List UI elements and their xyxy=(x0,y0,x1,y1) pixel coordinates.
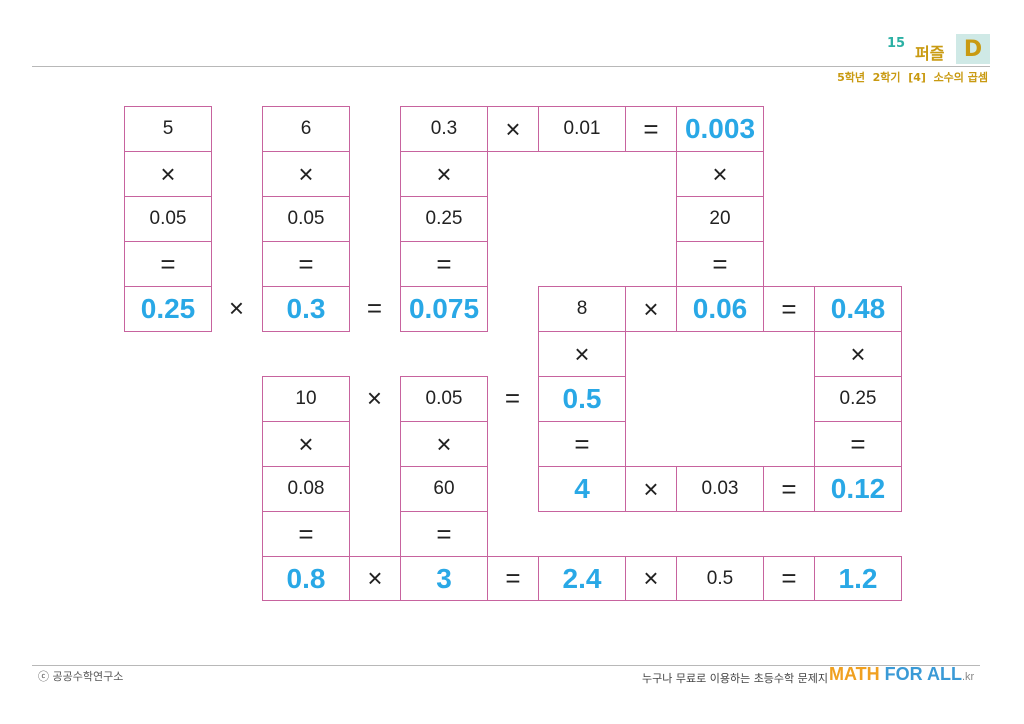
footer-slogan: 누구나 무료로 이용하는 초등수학 문제지 xyxy=(642,672,829,685)
number-cell-r8-c8: 0.03 xyxy=(676,466,764,512)
brand-logo[interactable]: MATH FOR ALL.kr xyxy=(829,664,974,685)
answer-cell-r10-c4: 3 xyxy=(400,556,488,601)
number-cell-r6-c4: 0.05 xyxy=(400,376,488,422)
operator-cell-r10-c3: × xyxy=(349,556,401,601)
number-cell-r2-c2: 0.05 xyxy=(262,196,350,242)
operator-cell-r4-c1: × xyxy=(228,293,245,323)
operator-cell-r4-c9: = xyxy=(763,286,815,332)
number-cell-r2-c0: 0.05 xyxy=(124,196,212,242)
answer-cell-r6-c6: 0.5 xyxy=(538,376,626,422)
operator-cell-r4-c3: = xyxy=(366,293,383,323)
operator-cell-r1-c0: × xyxy=(124,151,212,197)
operator-cell-r7-c6: = xyxy=(538,421,626,467)
operator-cell-r0-c7: = xyxy=(625,106,677,152)
number-cell-r0-c2: 6 xyxy=(262,106,350,152)
page-number: 15 xyxy=(887,36,906,51)
operator-cell-r7-c10: = xyxy=(814,421,902,467)
answer-cell-r8-c6: 4 xyxy=(538,466,626,512)
operator-cell-r5-c6: × xyxy=(538,331,626,377)
operator-cell-r8-c9: = xyxy=(763,466,815,512)
number-cell-r6-c10: 0.25 xyxy=(814,376,902,422)
brand-kr: .kr xyxy=(962,671,975,683)
operator-cell-r3-c8: = xyxy=(676,241,764,287)
operator-cell-r3-c0: = xyxy=(124,241,212,287)
operator-cell-r10-c7: × xyxy=(625,556,677,601)
operator-cell-r7-c2: × xyxy=(262,421,350,467)
copyright-text: ⓒ 공공수학연구소 xyxy=(38,670,124,683)
number-cell-r0-c0: 5 xyxy=(124,106,212,152)
operator-cell-r3-c2: = xyxy=(262,241,350,287)
operator-cell-r1-c2: × xyxy=(262,151,350,197)
operator-cell-r10-c9: = xyxy=(763,556,815,601)
number-cell-r4-c6: 8 xyxy=(538,286,626,332)
brand-forall: FOR ALL xyxy=(884,664,962,684)
operator-cell-r1-c8: × xyxy=(676,151,764,197)
operator-cell-r8-c7: × xyxy=(625,466,677,512)
operator-cell-r6-c5: = xyxy=(504,383,521,413)
operator-cell-r7-c4: × xyxy=(400,421,488,467)
operator-cell-r1-c4: × xyxy=(400,151,488,197)
number-cell-r6-c2: 10 xyxy=(262,376,350,422)
operator-cell-r4-c7: × xyxy=(625,286,677,332)
header-rule xyxy=(32,66,990,67)
operator-cell-r9-c4: = xyxy=(400,511,488,557)
operator-cell-r3-c4: = xyxy=(400,241,488,287)
operator-cell-r6-c3: × xyxy=(366,383,383,413)
answer-cell-r4-c10: 0.48 xyxy=(814,286,902,332)
number-cell-r8-c2: 0.08 xyxy=(262,466,350,512)
number-cell-r2-c4: 0.25 xyxy=(400,196,488,242)
answer-cell-r0-c8: 0.003 xyxy=(676,106,764,152)
answer-cell-r4-c4: 0.075 xyxy=(400,286,488,332)
unit-subtitle: 5학년 2학기 [4] 소수의 곱셈 xyxy=(837,71,988,84)
operator-cell-r5-c10: × xyxy=(814,331,902,377)
answer-cell-r4-c0: 0.25 xyxy=(124,286,212,332)
answer-cell-r8-c10: 0.12 xyxy=(814,466,902,512)
operator-cell-r10-c5: = xyxy=(487,556,539,601)
number-cell-r0-c4: 0.3 xyxy=(400,106,488,152)
operator-cell-r9-c2: = xyxy=(262,511,350,557)
answer-cell-r10-c2: 0.8 xyxy=(262,556,350,601)
number-cell-r8-c4: 60 xyxy=(400,466,488,512)
answer-cell-r10-c10: 1.2 xyxy=(814,556,902,601)
level-badge: D xyxy=(956,34,990,64)
number-cell-r0-c6: 0.01 xyxy=(538,106,626,152)
brand-math: MATH xyxy=(829,664,880,684)
operator-cell-r0-c5: × xyxy=(487,106,539,152)
puzzle-label: 퍼즐 xyxy=(915,44,945,63)
answer-cell-r4-c8: 0.06 xyxy=(676,286,764,332)
answer-cell-r4-c2: 0.3 xyxy=(262,286,350,332)
answer-cell-r10-c6: 2.4 xyxy=(538,556,626,601)
number-cell-r10-c8: 0.5 xyxy=(676,556,764,601)
number-cell-r2-c8: 20 xyxy=(676,196,764,242)
